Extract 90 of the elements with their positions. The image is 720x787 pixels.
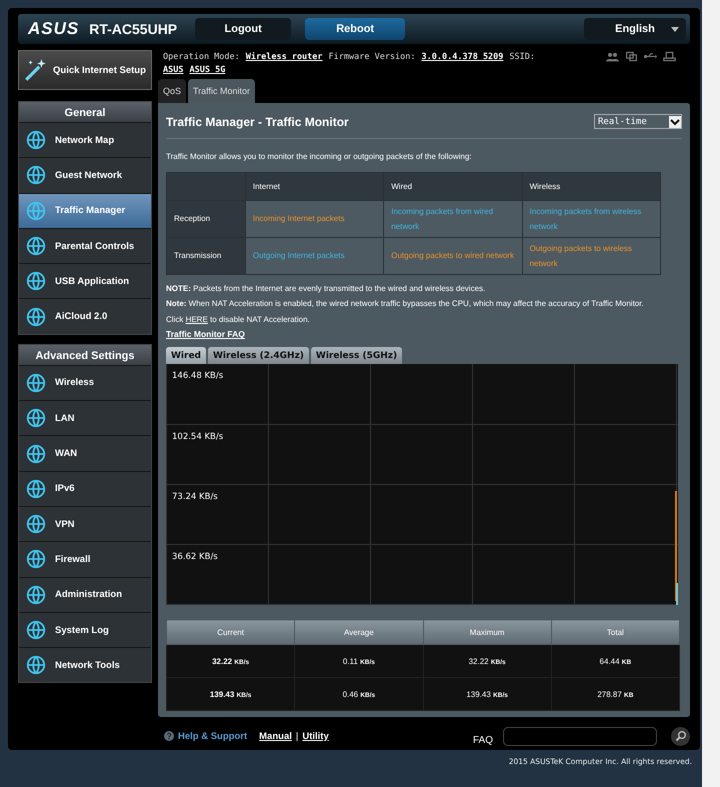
printer-icon[interactable] xyxy=(663,51,676,62)
row-header: Transmission xyxy=(166,237,246,274)
globe-icon xyxy=(25,372,47,394)
menu-item[interactable]: AiCloud 2.0 xyxy=(19,298,151,334)
reboot-button[interactable]: Reboot xyxy=(305,18,406,40)
column-header: Maximum xyxy=(423,620,552,644)
menu-item[interactable]: Parental Controls xyxy=(19,228,151,264)
page-tab[interactable]: QoS xyxy=(158,79,186,103)
globe-icon xyxy=(25,407,47,430)
globe-icon xyxy=(25,619,47,641)
packet-type-text: Outgoing packets to wired network xyxy=(391,251,514,260)
globe-icon xyxy=(25,129,47,152)
period-dropdown[interactable]: Real-time xyxy=(594,114,682,130)
menu-item[interactable]: System Log xyxy=(19,612,151,648)
ssid-link[interactable]: ASUS_5G xyxy=(189,64,226,74)
ssid-label: SSID: xyxy=(509,52,536,62)
faq-label: FAQ xyxy=(472,734,493,746)
graph-tab[interactable]: Wired xyxy=(166,347,206,364)
globe-icon xyxy=(25,270,47,292)
copy-icon[interactable] xyxy=(625,51,638,62)
search-icon xyxy=(674,730,686,742)
menu-item[interactable]: Wireless xyxy=(19,364,151,400)
clients-icon[interactable] xyxy=(606,51,619,62)
menu-item[interactable]: Administration xyxy=(19,576,151,612)
menu-item[interactable]: Network Tools xyxy=(19,647,151,682)
menu-item[interactable]: VPN xyxy=(19,506,151,542)
column-header: Wired xyxy=(384,172,522,200)
graph-tab[interactable]: Wireless (5GHz) xyxy=(310,347,402,364)
page-tab[interactable]: Traffic Monitor xyxy=(188,79,256,103)
utility-link[interactable]: Utility xyxy=(302,730,329,742)
asus-logo: ASUS xyxy=(28,19,80,39)
packet-type-text: Outgoing Internet packets xyxy=(252,251,344,260)
ssid-link[interactable]: ASUS xyxy=(163,64,184,74)
menu-item[interactable]: LAN xyxy=(19,400,151,436)
menu-item[interactable]: Firewall xyxy=(19,541,151,577)
separator-text: | xyxy=(296,730,298,742)
axis-label: 73.24 KB/s xyxy=(172,492,218,502)
here-link[interactable]: HERE xyxy=(186,314,208,324)
globe-icon xyxy=(25,235,47,258)
help-support-link[interactable]: Help & Support xyxy=(178,730,248,742)
page-title: Traffic Manager - Traffic Monitor xyxy=(166,114,349,129)
globe-icon xyxy=(25,584,47,606)
graph-tab[interactable]: Wireless (2.4GHz) xyxy=(208,347,309,364)
menu-item[interactable]: Traffic Manager xyxy=(19,192,151,228)
nat-text: Click HERE to disable NAT Acceleration. xyxy=(166,314,311,326)
note-text: Note: When NAT Acceleration is enabled, the wired network traffic bypasses the CPU, which may affect the accuracy of Traffic Monitor. xyxy=(166,298,645,310)
column-header: Total xyxy=(551,620,680,644)
manual-link[interactable]: Manual xyxy=(259,730,292,742)
mode-label: Operation Mode: xyxy=(163,52,240,62)
row-header: Reception xyxy=(166,200,246,238)
globe-icon xyxy=(25,164,47,186)
globe-icon xyxy=(25,306,47,328)
quick-setup-button[interactable]: Quick Internet Setup xyxy=(18,50,152,90)
packet-type-text: Incoming packets from wireless network xyxy=(530,206,642,231)
column-header: Average xyxy=(294,620,423,644)
menu-item[interactable]: WAN xyxy=(19,435,151,471)
globe-icon xyxy=(25,442,47,465)
globe-icon xyxy=(25,200,47,222)
axis-label: 146.48 KB/s xyxy=(172,371,224,382)
globe-icon xyxy=(25,478,47,500)
note-text: NOTE: Packets from the Internet are evenly transmitted to the wired and wireless devices. xyxy=(166,282,486,295)
menu-item[interactable]: USB Application xyxy=(19,263,151,298)
menu-item[interactable]: Network Map xyxy=(19,122,151,158)
packet-type-text: Outgoing packets to wireless network xyxy=(530,244,632,268)
firmware-link[interactable]: 3.0.0.4.378_5209 xyxy=(422,52,504,62)
chevron-icon xyxy=(669,116,681,128)
logout-button[interactable]: Logout xyxy=(195,18,292,40)
packet-type-text: Incoming Internet packets xyxy=(252,214,344,224)
axis-label: 102.54 KB/s xyxy=(172,432,224,442)
help-icon xyxy=(164,731,174,741)
language-dropdown[interactable]: English xyxy=(584,18,686,40)
intro-text: Traffic Monitor allows you to monitor the incoming or outgoing packets of the following: xyxy=(166,151,472,164)
globe-icon xyxy=(25,654,47,676)
menu-item[interactable]: Guest Network xyxy=(19,157,151,193)
search-button[interactable] xyxy=(671,726,690,746)
operation-mode-link[interactable]: Wireless router xyxy=(246,52,323,62)
model-name: RT-AC55UHP xyxy=(89,21,178,37)
axis-label: 36.62 KB/s xyxy=(172,552,218,562)
column-header: Internet xyxy=(245,172,384,200)
globe-icon xyxy=(25,548,47,570)
packet-type-text: Incoming packets from wired network xyxy=(391,206,494,231)
globe-icon xyxy=(25,513,47,536)
firmware-label: Firmware Version: xyxy=(328,52,416,62)
faq-search-field[interactable] xyxy=(503,726,657,746)
faq-link[interactable]: Traffic Monitor FAQ xyxy=(166,329,682,340)
column-header: Wireless xyxy=(522,172,660,200)
column-header: Current xyxy=(166,620,295,644)
menu-item[interactable]: IPv6 xyxy=(19,470,151,506)
section-header: Advanced Settings xyxy=(19,344,151,365)
section-header: General xyxy=(19,102,151,122)
